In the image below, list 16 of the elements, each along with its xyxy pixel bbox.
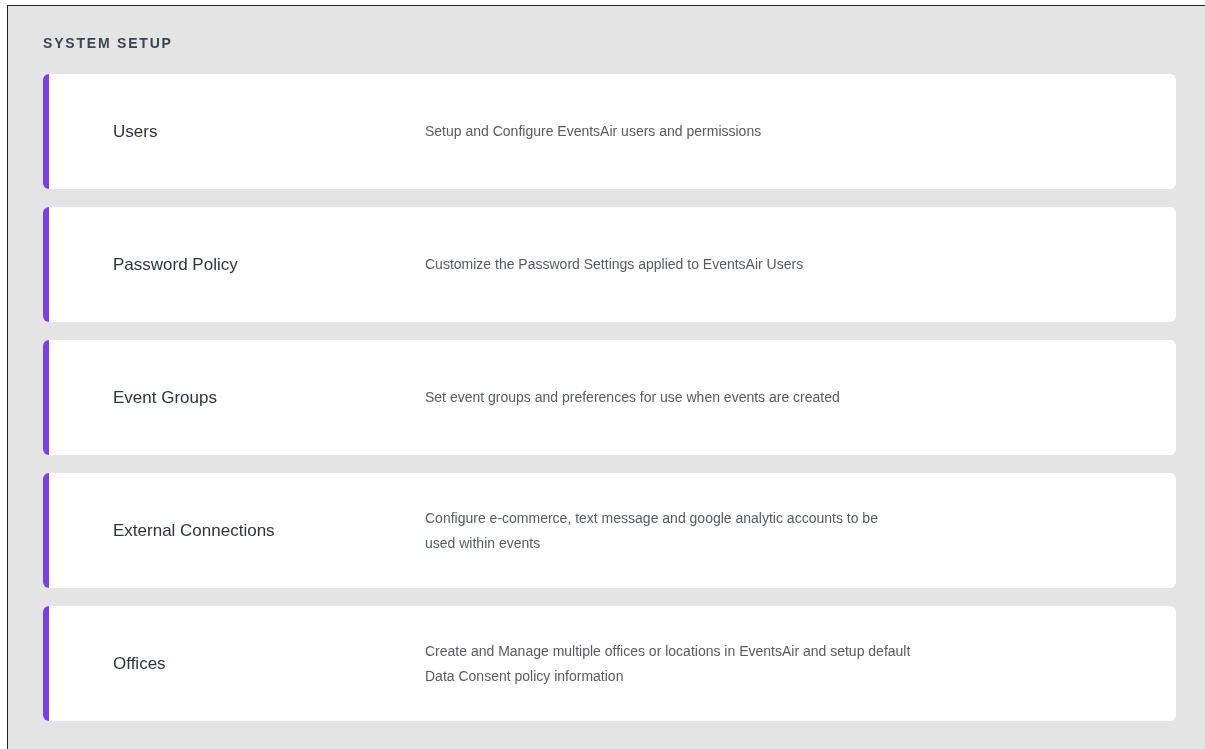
setup-card[interactable]: Password Policy Customize the Password Settings applied to EventsAir Users: [43, 207, 1176, 322]
setup-card[interactable]: Offices Create and Manage multiple offices or locations in EventsAir and setup default Data Consent policy information: [43, 606, 1176, 721]
card-description: Customize the Password Settings applied to EventsAir Users: [425, 255, 804, 274]
setup-card[interactable]: Event Groups Set event groups and preferences for use when events are created: [43, 340, 1176, 455]
card-title: Event Groups: [113, 387, 218, 408]
setup-card[interactable]: External Connections Configure e-commerce, text message and google analytic accounts to be used within events: [43, 473, 1176, 588]
setup-card[interactable]: Users Setup and Configure EventsAir users and permissions: [43, 74, 1176, 189]
card-title: External Connections: [113, 520, 276, 541]
card-description: Set event groups and preferences for use when events are created: [425, 388, 840, 407]
card-title: Users: [113, 121, 159, 142]
card-description: Create and Manage multiple offices or locations in EventsAir and setup default Data Consent policy information: [425, 641, 911, 686]
card-title: Offices: [113, 653, 167, 674]
card-description: Setup and Configure EventsAir users and permissions: [425, 122, 762, 141]
card-title: Password Policy: [113, 254, 239, 275]
card-description: Configure e-commerce, text message and google analytic accounts to be used within events: [425, 508, 878, 553]
section-heading: SYSTEM SETUP: [43, 35, 173, 52]
